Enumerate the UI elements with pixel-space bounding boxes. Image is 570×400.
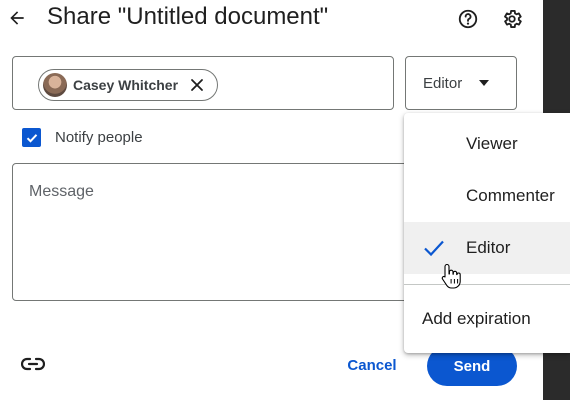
- avatar: [43, 73, 67, 97]
- notify-people-checkbox[interactable]: [22, 128, 41, 147]
- menu-item-editor[interactable]: Editor: [404, 222, 570, 274]
- message-field[interactable]: Message: [12, 163, 432, 301]
- role-select[interactable]: Editor: [405, 56, 517, 110]
- menu-item-label: Add expiration: [422, 309, 531, 328]
- help-circle-icon: [458, 9, 478, 29]
- notify-people-label: Notify people: [55, 129, 143, 146]
- hand-pointer-icon: [441, 263, 461, 289]
- menu-item-label: Editor: [466, 238, 511, 257]
- checkmark-icon: [26, 133, 37, 143]
- dialog-title: Share "Untitled document": [47, 3, 329, 30]
- menu-item-label: Commenter: [466, 186, 555, 205]
- link-icon: [21, 357, 45, 371]
- help-button[interactable]: [456, 7, 480, 31]
- gear-icon: [504, 10, 522, 28]
- remove-person-button[interactable]: [188, 76, 206, 94]
- caret-down-icon: [479, 80, 489, 86]
- menu-item-add-expiration[interactable]: Add expiration: [404, 296, 570, 340]
- back-button[interactable]: [4, 4, 30, 32]
- message-placeholder: Message: [29, 183, 94, 200]
- menu-item-commenter[interactable]: Commenter: [404, 170, 570, 222]
- menu-item-label: Viewer: [466, 134, 518, 153]
- settings-button[interactable]: [500, 7, 524, 31]
- person-chip[interactable]: Casey Whitcher: [38, 69, 218, 101]
- arrow-left-icon: [10, 11, 24, 25]
- cancel-button[interactable]: Cancel: [338, 350, 406, 380]
- person-chip-name: Casey Whitcher: [73, 77, 179, 93]
- copy-link-button[interactable]: [20, 352, 46, 376]
- check-icon: [424, 240, 444, 257]
- close-icon: [191, 79, 203, 91]
- menu-divider: [404, 284, 570, 285]
- role-menu: Viewer Commenter Editor Add expiration: [404, 113, 570, 353]
- add-people-field[interactable]: Casey Whitcher: [12, 56, 394, 110]
- menu-item-viewer[interactable]: Viewer: [404, 118, 570, 170]
- role-select-value: Editor: [423, 74, 463, 92]
